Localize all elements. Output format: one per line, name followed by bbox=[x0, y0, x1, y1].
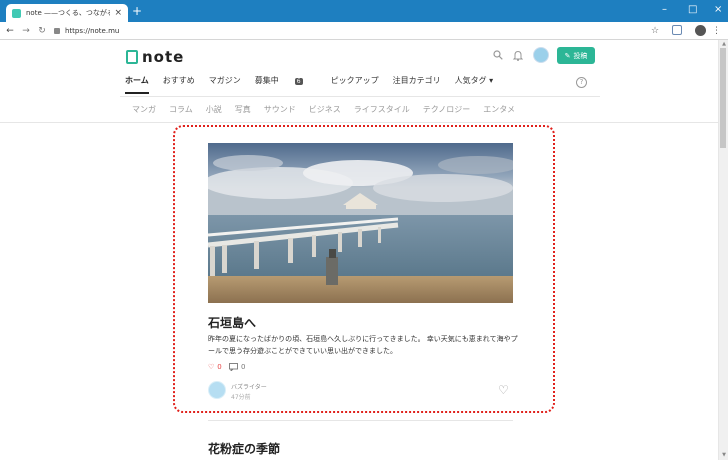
bookmark-star-icon[interactable]: ☆ bbox=[651, 26, 659, 36]
category-nav: マンガ コラム 小説 写真 サウンド ビジネス ライフスタイル テクノロジー エ… bbox=[132, 104, 528, 115]
browser-titlebar: note ——つくる、つながる、とどける。 × + – □ × bbox=[0, 0, 728, 22]
comment-icon bbox=[229, 363, 238, 371]
category-entertainment[interactable]: エンタメ bbox=[483, 104, 515, 115]
user-avatar[interactable] bbox=[533, 47, 549, 63]
lock-icon bbox=[54, 27, 60, 34]
reload-icon[interactable]: ↻ bbox=[34, 26, 50, 36]
extension-icon[interactable] bbox=[672, 25, 682, 35]
pencil-icon: ✎ bbox=[564, 51, 571, 60]
next-article-title[interactable]: 花粉症の季節 bbox=[208, 440, 280, 457]
tab-featured-category[interactable]: 注目カテゴリ bbox=[393, 75, 441, 94]
url-text: https://note.mu bbox=[65, 26, 120, 35]
url-field[interactable]: https://note.mu bbox=[54, 27, 654, 35]
tab-recruiting[interactable]: 募集中 6 bbox=[255, 75, 317, 94]
category-column[interactable]: コラム bbox=[169, 104, 193, 115]
article-divider bbox=[208, 420, 513, 421]
new-tab-button[interactable]: + bbox=[132, 5, 142, 17]
category-lifestyle[interactable]: ライフスタイル bbox=[354, 104, 410, 115]
tab-recruiting-label: 募集中 bbox=[254, 76, 279, 85]
scroll-up-icon[interactable]: ▲ bbox=[722, 41, 726, 47]
article-title[interactable]: 石垣島へ bbox=[208, 314, 256, 331]
scroll-down-icon[interactable]: ▼ bbox=[722, 452, 726, 458]
author-name[interactable]: バズライター bbox=[231, 382, 267, 391]
logo-text: note bbox=[142, 48, 185, 66]
forward-icon[interactable]: → bbox=[18, 26, 34, 36]
main-nav: ホーム おすすめ マガジン 募集中 6 ピックアップ 注目カテゴリ 人気タグ ▾ bbox=[125, 75, 507, 94]
author-avatar[interactable] bbox=[208, 381, 226, 399]
back-icon[interactable]: ← bbox=[2, 26, 18, 36]
help-icon[interactable]: ? bbox=[576, 77, 587, 88]
browser-tab[interactable]: note ——つくる、つながる、とどける。 × bbox=[6, 4, 128, 22]
close-window-icon[interactable]: × bbox=[714, 3, 722, 17]
address-bar: ← → ↻ https://note.mu ☆ ⋮ bbox=[0, 22, 728, 40]
note-logo-icon bbox=[126, 50, 138, 64]
close-tab-icon[interactable]: × bbox=[114, 8, 122, 18]
category-novel[interactable]: 小説 bbox=[206, 104, 222, 115]
heart-outline-icon: ♡ bbox=[208, 363, 215, 371]
browser-menu-icon[interactable]: ⋮ bbox=[712, 26, 721, 36]
nav-divider bbox=[120, 96, 600, 97]
article-photo[interactable] bbox=[208, 143, 513, 303]
category-manga[interactable]: マンガ bbox=[132, 104, 156, 115]
comment-count-value: 0 bbox=[241, 363, 246, 371]
scrollbar-thumb[interactable] bbox=[720, 48, 726, 148]
category-business[interactable]: ビジネス bbox=[309, 104, 341, 115]
tab-home[interactable]: ホーム bbox=[125, 75, 149, 94]
category-sound[interactable]: サウンド bbox=[264, 104, 296, 115]
like-count: ♡ 0 bbox=[208, 363, 222, 371]
tab-magazine[interactable]: マガジン bbox=[209, 75, 241, 94]
minimize-icon[interactable]: – bbox=[662, 3, 667, 17]
tab-title: note ——つくる、つながる、とどける。 bbox=[26, 9, 111, 17]
bell-icon[interactable] bbox=[512, 50, 524, 64]
note-favicon-icon bbox=[12, 8, 21, 18]
account-icon[interactable] bbox=[695, 25, 706, 36]
post-button-label: 投稿 bbox=[573, 51, 588, 60]
tab-recommended[interactable]: おすすめ bbox=[163, 75, 195, 94]
maximize-icon[interactable]: □ bbox=[688, 3, 697, 17]
recruiting-count-badge: 6 bbox=[294, 78, 303, 85]
tab-popular-tags[interactable]: 人気タグ ▾ bbox=[455, 75, 494, 94]
like-count-value: 0 bbox=[217, 363, 222, 371]
category-technology[interactable]: テクノロジー bbox=[423, 104, 471, 115]
category-photo[interactable]: 写真 bbox=[235, 104, 251, 115]
tab-pickup[interactable]: ピックアップ bbox=[331, 75, 379, 94]
comment-count: 0 bbox=[229, 363, 245, 371]
post-button[interactable]: ✎ 投稿 bbox=[557, 47, 595, 64]
post-time: 47分前 bbox=[231, 394, 251, 401]
like-button-heart-icon[interactable]: ♡ bbox=[498, 384, 509, 396]
header-divider bbox=[0, 122, 718, 123]
note-logo[interactable]: note bbox=[126, 48, 184, 66]
article-excerpt: 昨年の夏になったばかりの頃、石垣島へ久しぶりに行ってきました。 幸い天気にも恵ま… bbox=[208, 335, 518, 355]
search-icon[interactable] bbox=[493, 50, 503, 63]
